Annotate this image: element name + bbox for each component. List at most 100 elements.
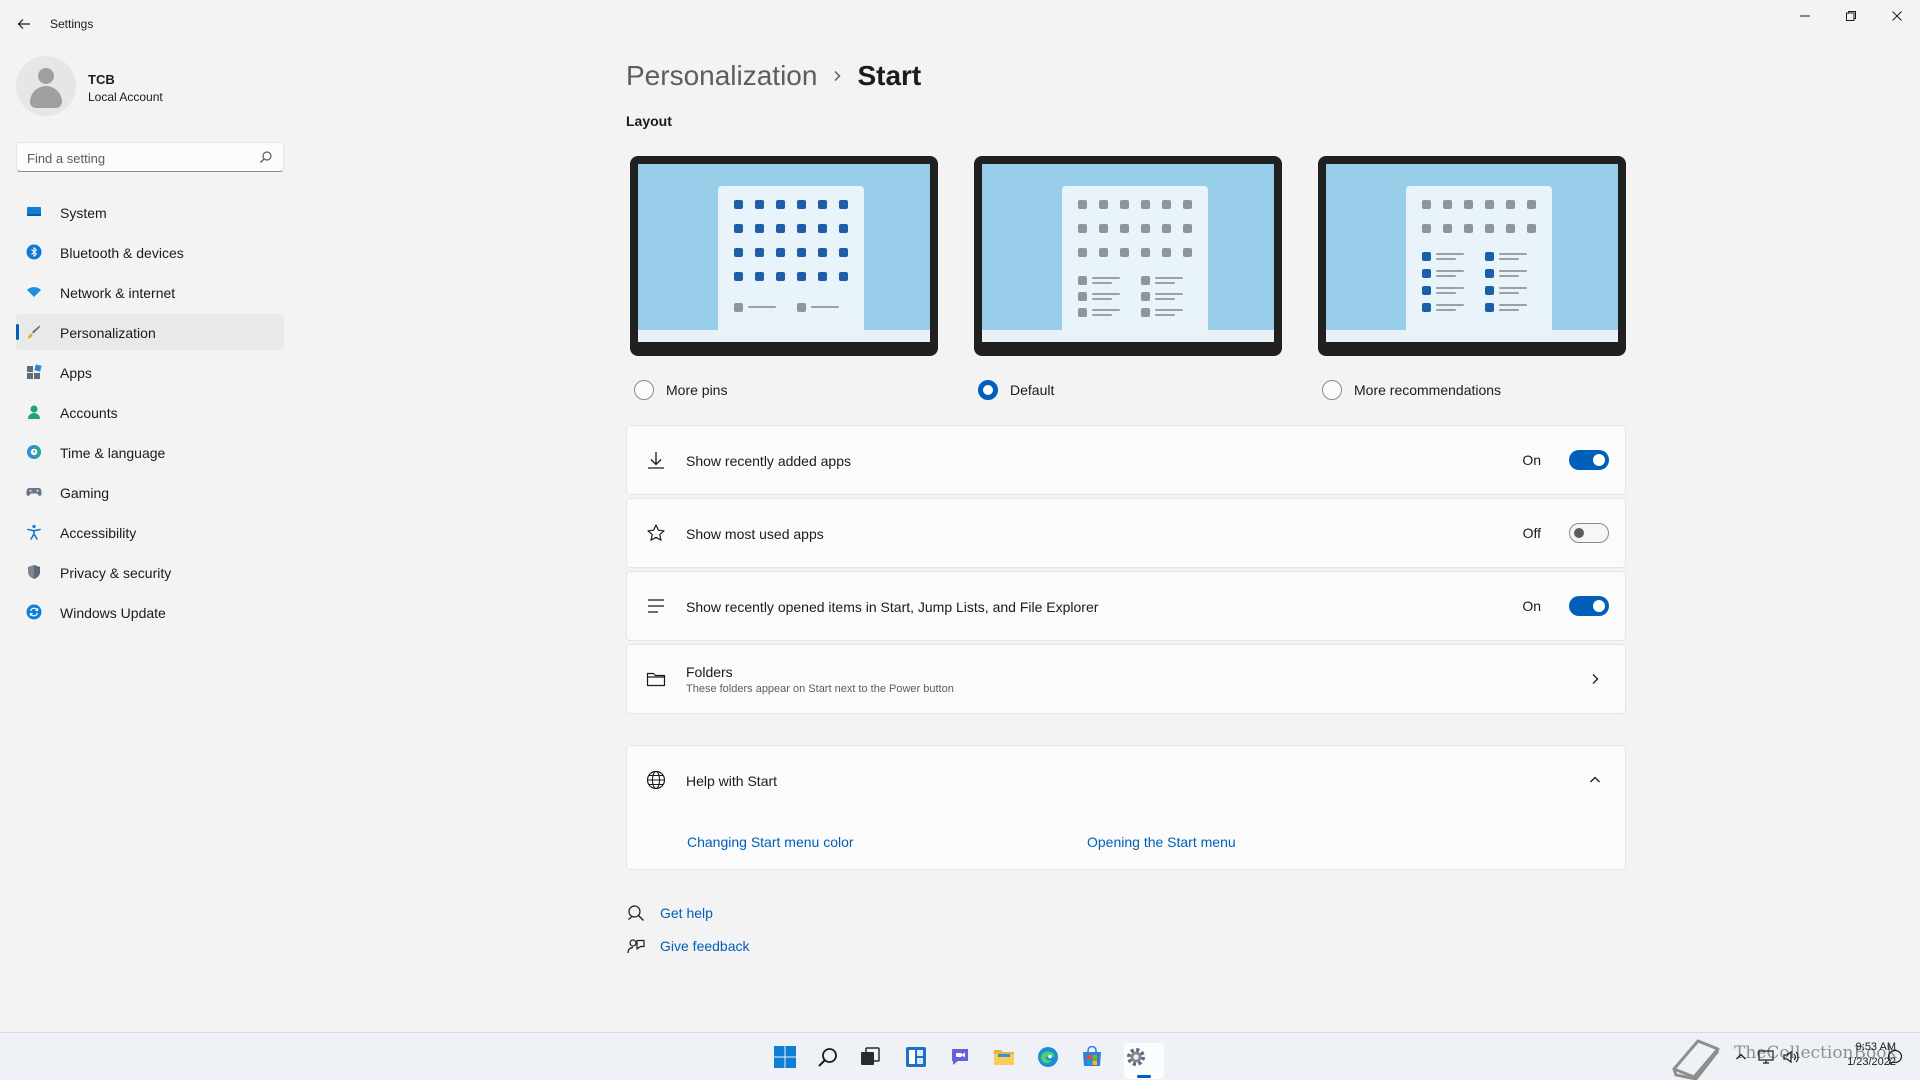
preview-start-menu [1062,186,1208,336]
give-feedback-link[interactable]: Give feedback [626,936,750,956]
radio-button[interactable] [978,380,998,400]
teams-chat-button[interactable] [944,1041,976,1073]
feedback-icon [626,936,646,956]
speaker-icon [1783,1050,1799,1064]
close-icon [1892,11,1902,21]
recently-added-apps-toggle[interactable] [1569,450,1609,470]
search-input[interactable] [27,149,247,167]
sidebar-item-label: Time & language [60,445,166,461]
layout-preview-more-recommendations[interactable] [1318,156,1626,356]
help-link-start-menu-color[interactable]: Changing Start menu color [687,834,854,850]
back-button[interactable] [10,10,38,38]
radio-button[interactable] [634,380,654,400]
monitor-icon [26,204,42,220]
sidebar-item-system[interactable]: System [16,194,284,230]
layout-section-title: Layout [626,113,672,129]
title-bar: Settings [0,0,1920,48]
folder-icon [994,1050,1014,1065]
setting-label: Show most used apps [686,526,824,542]
setting-folders[interactable]: Folders These folders appear on Start ne… [626,644,1626,714]
sidebar-item-label: Privacy & security [60,565,172,581]
close-button[interactable] [1874,0,1920,32]
taskbar-active-indicator [1137,1075,1151,1078]
settings-app-button[interactable] [1120,1041,1152,1073]
arrow-left-icon [17,19,30,29]
globe-clock-icon [26,444,42,460]
widgets-button[interactable] [900,1041,932,1073]
minimize-icon [1800,15,1810,17]
recently-opened-items-toggle[interactable] [1569,596,1609,616]
get-help-link[interactable]: Get help [626,903,713,923]
most-used-apps-toggle[interactable] [1569,523,1609,543]
radio-label: More pins [666,382,728,398]
chevron-up-icon[interactable] [1587,772,1603,788]
radio-button[interactable] [1322,380,1342,400]
preview-screen [638,164,930,340]
layout-preview-more-pins[interactable] [630,156,938,356]
sidebar-item-label: Bluetooth & devices [60,245,184,261]
restore-button[interactable] [1828,0,1874,32]
minimize-button[interactable] [1782,0,1828,32]
tray-display-button[interactable] [1755,1041,1777,1073]
sidebar-item-personalization[interactable]: Personalization [16,314,284,350]
setting-label: Show recently added apps [686,453,851,469]
person-icon [26,404,42,420]
sidebar-nav: System Bluetooth & devices Network & int… [16,194,284,634]
microsoft-store-button[interactable] [1076,1041,1108,1073]
search-box[interactable] [16,142,284,172]
taskbar-search-button[interactable] [812,1041,844,1073]
toggle-state-label: On [1522,598,1541,614]
sidebar-item-apps[interactable]: Apps [16,354,284,390]
brush-icon [26,324,42,340]
chat-icon [952,1049,968,1065]
app-title: Settings [50,17,94,31]
chevron-up-icon [1736,1053,1746,1060]
task-view-icon [861,1047,880,1065]
store-icon [1083,1046,1101,1066]
sidebar-item-windows-update[interactable]: Windows Update [16,594,284,630]
radio-default[interactable]: Default [978,379,1054,401]
radio-more-recommendations[interactable]: More recommendations [1322,379,1501,401]
star-icon [645,522,667,544]
sidebar-item-gaming[interactable]: Gaming [16,474,284,510]
sidebar-item-bluetooth[interactable]: Bluetooth & devices [16,234,284,270]
layout-preview-default[interactable] [974,156,1282,356]
accessibility-icon [26,524,42,540]
tray-overflow-button[interactable] [1730,1041,1752,1073]
tray-volume-button[interactable] [1780,1041,1802,1073]
sidebar-item-time-language[interactable]: Time & language [16,434,284,470]
help-link-opening-start-menu[interactable]: Opening the Start menu [1087,834,1236,850]
edge-browser-button[interactable] [1032,1041,1064,1073]
bluetooth-icon [26,244,42,260]
setting-recently-added-apps: Show recently added apps On [626,425,1626,495]
user-profile[interactable]: TCB Local Account [16,56,286,116]
sidebar-item-accounts[interactable]: Accounts [16,394,284,430]
profile-account-type: Local Account [88,90,163,104]
sidebar-item-label: Apps [60,365,92,381]
notifications-button[interactable] [1884,1041,1906,1073]
help-chat-icon [626,903,646,923]
breadcrumb-parent[interactable]: Personalization [626,60,817,92]
radio-label: More recommendations [1354,382,1502,398]
avatar-body-shape [30,86,62,108]
download-icon [645,449,667,471]
file-explorer-button[interactable] [988,1041,1020,1073]
sidebar-item-accessibility[interactable]: Accessibility [16,514,284,550]
sidebar-item-network[interactable]: Network & internet [16,274,284,310]
setting-label: Folders [686,664,733,680]
radio-more-pins[interactable]: More pins [634,379,727,401]
globe-icon [645,769,667,791]
setting-most-used-apps: Show most used apps Off [626,498,1626,568]
toggle-state-label: On [1522,452,1541,468]
widgets-icon [906,1047,926,1067]
avatar-head-shape [38,68,54,84]
chevron-right-icon [1587,671,1603,687]
search-icon [260,151,272,163]
start-button[interactable] [769,1041,801,1073]
avatar [16,56,76,116]
sidebar-item-privacy[interactable]: Privacy & security [16,554,284,590]
help-with-start-body: Changing Start menu color Opening the St… [626,814,1626,870]
task-view-button[interactable] [854,1041,886,1073]
sidebar-item-label: Gaming [60,485,110,501]
help-with-start-header[interactable]: Help with Start [626,745,1626,815]
